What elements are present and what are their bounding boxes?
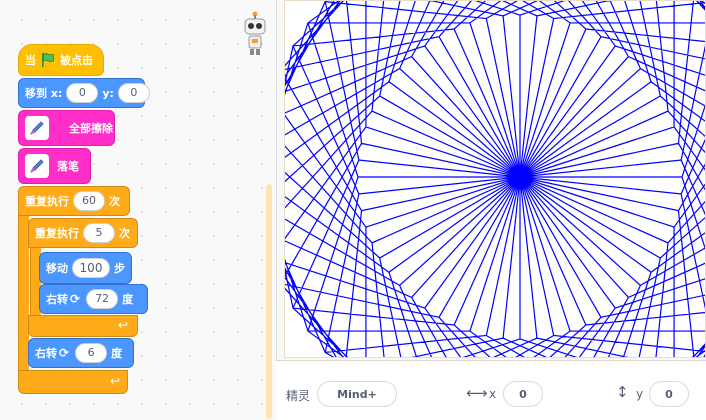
turn-right-inner-block[interactable]: 右转 ⟳ 72 度 <box>39 284 148 314</box>
clear-all-block[interactable]: 全部擦除 <box>18 110 115 146</box>
goto-label: 移到 x: <box>25 87 63 100</box>
turn-outer-unit: 度 <box>111 347 123 360</box>
loop-arrow-icon: ↩ <box>110 374 121 388</box>
move-steps-input[interactable]: 100 <box>72 258 110 278</box>
y-label: y <box>636 387 644 401</box>
move-unit: 步 <box>114 262 125 275</box>
green-flag-icon <box>42 53 54 67</box>
turn-outer-label: 右转 <box>35 347 57 360</box>
rotate-clockwise-icon: ⟳ <box>59 346 70 360</box>
sprite-robot-icon <box>244 11 266 55</box>
repeat-inner-count[interactable]: 5 <box>83 223 115 243</box>
repeat-outer-count[interactable]: 60 <box>73 191 105 211</box>
turn-outer-input[interactable]: 6 <box>75 343 108 363</box>
repeat-outer-label: 重复执行 <box>25 195 69 208</box>
loop-arrow-icon: ↩ <box>118 318 129 332</box>
clicked-label: 被点击 <box>60 54 93 67</box>
sprite-name-input[interactable]: Mind+ <box>317 381 397 407</box>
when-flag-clicked-block[interactable]: 当 被点击 <box>18 44 104 76</box>
y-input[interactable]: 0 <box>117 83 150 103</box>
code-scrollbar[interactable] <box>266 184 272 419</box>
repeat-inner-label: 重复执行 <box>35 227 79 240</box>
turn-inner-label: 右转 <box>46 293 68 306</box>
pen-down-label: 落笔 <box>57 160 79 173</box>
stage[interactable] <box>257 0 706 420</box>
turn-right-outer-block[interactable]: 右转 ⟳ 6 度 <box>28 338 134 368</box>
y-label: y: <box>102 86 114 100</box>
rotate-clockwise-icon: ⟳ <box>70 292 81 306</box>
repeat-inner-unit: 次 <box>119 227 130 240</box>
x-label: x <box>489 387 497 401</box>
repeat-outer-block[interactable]: 重复执行 60 次 <box>18 186 130 216</box>
x-arrows-icon: ⟷ <box>466 384 488 402</box>
go-to-xy-block[interactable]: 移到 x: 0 y: 0 <box>18 78 150 108</box>
x-position-input[interactable]: 0 <box>503 381 543 407</box>
sprite-info-panel: 精灵 Mind+ ⟷ x 0 ↕ y 0 <box>276 360 706 420</box>
move-steps-block[interactable]: 移动 100 步 <box>39 252 132 284</box>
pen-icon <box>25 116 49 140</box>
when-label: 当 <box>25 54 36 67</box>
x-input[interactable]: 0 <box>66 83 99 103</box>
sprite-label: 精灵 <box>286 389 311 403</box>
move-label: 移动 <box>46 262 68 275</box>
clear-label: 全部擦除 <box>69 122 113 135</box>
pen-trace <box>257 0 706 420</box>
turn-inner-unit: 度 <box>122 293 134 306</box>
y-arrows-icon: ↕ <box>616 383 629 401</box>
pen-drawing <box>257 0 706 420</box>
repeat-outer-unit: 次 <box>109 195 120 208</box>
y-position-input[interactable]: 0 <box>649 381 689 407</box>
code-area[interactable]: 当 被点击 移到 x: 0 y: 0 全部擦除 落笔 重复执行 60 次 重复执… <box>0 0 277 419</box>
pen-down-block[interactable]: 落笔 <box>18 148 91 184</box>
turn-inner-input[interactable]: 72 <box>86 289 119 309</box>
pen-icon <box>25 154 49 178</box>
repeat-inner-block[interactable]: 重复执行 5 次 <box>28 218 138 248</box>
